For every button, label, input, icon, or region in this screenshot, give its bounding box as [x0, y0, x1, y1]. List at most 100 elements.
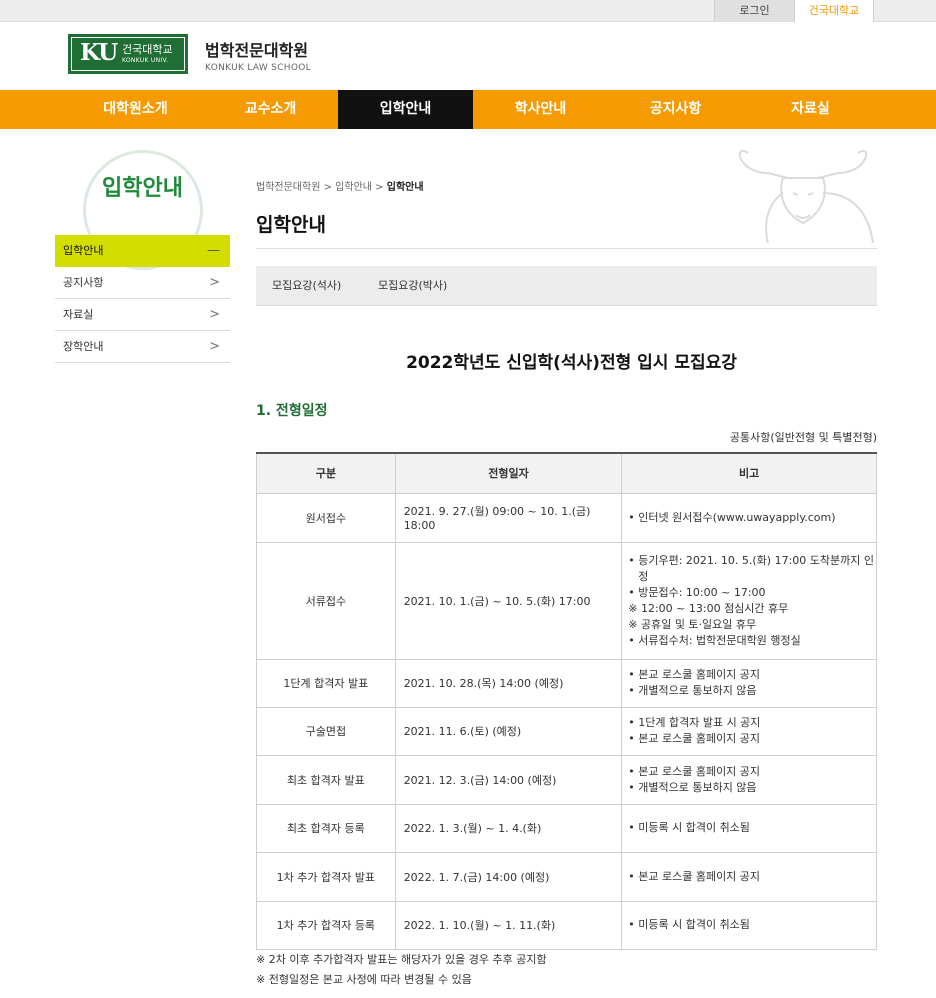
- table-row: 1차 추가 합격자 발표 2022. 1. 7.(금) 14:00 (예정) •…: [256, 851, 877, 902]
- konkuk-university-link[interactable]: 건국대학교: [794, 0, 874, 22]
- breadcrumb-current: 입학안내: [386, 182, 424, 193]
- top-utility-bar: 로그인 건국대학교: [0, 0, 936, 22]
- column-header: 비고: [621, 453, 877, 494]
- note-line: • 본교 로스쿨 홈페이지 공지: [628, 668, 761, 681]
- nav-item-notices[interactable]: 공지사항: [608, 90, 743, 129]
- side-nav-title: 입학안내: [102, 176, 183, 201]
- note-line: • 서류접수처: 법학전문대학원 행정실: [628, 633, 801, 647]
- nav-item-resources[interactable]: 자료실: [743, 90, 878, 129]
- logo-university-en: KONKUK UNIV.: [122, 57, 169, 64]
- schedule-date: 2022. 1. 7.(금) 14:00 (예정): [394, 851, 623, 902]
- side-item-scholarship[interactable]: 장학안내 >: [55, 331, 230, 363]
- schedule-item: 서류접수: [256, 541, 396, 660]
- logo-university-name: 건국대학교: [122, 43, 173, 56]
- breadcrumb-section[interactable]: 입학안내: [335, 182, 372, 193]
- document-title: 2022학년도 신입학(석사)전형 입시 모집요강: [406, 353, 737, 373]
- column-header: 전형일자: [394, 453, 623, 494]
- table-row: 원서접수 2021. 9. 27.(월) 09:00 ~ 10. 1.(금) 1…: [256, 492, 877, 543]
- table-row: 최초 합격자 등록 2022. 1. 3.(월) ~ 1. 4.(화) • 미등…: [256, 803, 877, 853]
- nav-item-graduate-intro[interactable]: 대학원소개: [68, 90, 203, 129]
- note-line: • 본교 로스쿨 홈페이지 공지: [628, 732, 761, 745]
- schedule-table: 구분 전형일자 비고 원서접수 2021. 9. 27.(월) 09:00 ~ …: [256, 452, 877, 950]
- table-header-row: 구분 전형일자 비고: [256, 453, 877, 494]
- schedule-date: 2021. 10. 28.(목) 14:00 (예정): [394, 658, 623, 708]
- side-nav-header: 입학안내: [55, 150, 230, 270]
- school-name[interactable]: 법학전문대학원: [205, 37, 308, 61]
- table-row: 최초 합격자 발표 2021. 12. 3.(금) 14:00 (예정) • 본…: [256, 754, 877, 805]
- footnote: ※ 2차 이후 추가합격자 발표는 해당자가 있을 경우 추후 공지함: [256, 953, 547, 966]
- schedule-item: 1단계 합격자 발표: [256, 658, 396, 708]
- schedule-notes: • 본교 로스쿨 홈페이지 공지 • 개별적으로 통보하지 않음: [621, 754, 877, 805]
- table-row: 1차 추가 합격자 등록 2022. 1. 10.(월) ~ 1. 11.(화)…: [256, 900, 877, 950]
- side-item-label: 자료실: [63, 308, 94, 321]
- schedule-notes: • 본교 로스쿨 홈페이지 공지 • 개별적으로 통보하지 않음: [621, 658, 877, 708]
- schedule-notes: • 1단계 합격자 발표 시 공지 • 본교 로스쿨 홈페이지 공지: [621, 706, 877, 756]
- table-row: 서류접수 2021. 10. 1.(금) ~ 10. 5.(화) 17:00 •…: [256, 541, 877, 660]
- site-header: KU 건국대학교 KONKUK UNIV. 법학전문대학원 KONKUK LAW…: [0, 22, 936, 90]
- note-line: • 개별적으로 통보하지 않음: [628, 780, 757, 794]
- side-item-label: 장학안내: [63, 340, 104, 353]
- minus-icon: —: [207, 243, 220, 258]
- main-navigation: 대학원소개 교수소개 입학안내 학사안내 공지사항 자료실: [0, 90, 936, 129]
- note-line: • 본교 로스쿨 홈페이지 공지: [628, 869, 761, 883]
- breadcrumb-home[interactable]: 법학전문대학원: [256, 182, 320, 193]
- breadcrumb-separator: >: [375, 182, 384, 193]
- page-title: 입학안내: [256, 214, 326, 236]
- side-item-admissions[interactable]: 입학안내 —: [55, 235, 230, 267]
- nav-item-academics[interactable]: 학사안내: [473, 90, 608, 129]
- note-line: ※ 공휴일 및 토·일요일 휴무: [628, 617, 757, 631]
- schedule-item: 최초 합격자 발표: [256, 754, 396, 805]
- chevron-right-icon: >: [209, 339, 220, 354]
- note-line: • 미등록 시 합격이 취소됨: [628, 821, 750, 834]
- footnote: ※ 전형일정은 본교 사정에 따라 변경될 수 있음: [256, 973, 472, 986]
- note-line: • 방문접수: 10:00 ~ 17:00: [628, 585, 766, 599]
- column-header: 구분: [256, 453, 396, 494]
- side-item-resources[interactable]: 자료실 >: [55, 299, 230, 331]
- note-line: • 인터넷 원서접수(www.uwayapply.com): [628, 510, 836, 524]
- schedule-date: 2021. 11. 6.(토) (예정): [394, 706, 623, 756]
- schedule-date: 2021. 12. 3.(금) 14:00 (예정): [394, 754, 623, 805]
- schedule-notes: • 인터넷 원서접수(www.uwayapply.com): [621, 492, 877, 543]
- side-navigation: 입학안내 — 공지사항 > 자료실 > 장학안내 >: [55, 235, 230, 363]
- schedule-notes: • 등기우편: 2021. 10. 5.(화) 17:00 도착분까지 인정 •…: [621, 541, 877, 660]
- footnotes: ※ 2차 이후 추가합격자 발표는 해당자가 있을 경우 추후 공지함 ※ 전형…: [256, 950, 547, 990]
- breadcrumb-separator: >: [323, 182, 332, 193]
- schedule-date: 2022. 1. 10.(월) ~ 1. 11.(화): [394, 900, 623, 950]
- tab-doctoral-guide[interactable]: 모집요강(박사): [378, 266, 447, 306]
- breadcrumb: 법학전문대학원 > 입학안내 > 입학안내: [256, 178, 424, 193]
- chevron-right-icon: >: [209, 275, 220, 290]
- note-line: • 등기우편: 2021. 10. 5.(화) 17:00 도착분까지 인정: [628, 553, 875, 583]
- bull-mascot-icon: [738, 150, 874, 244]
- tab-masters-guide[interactable]: 모집요강(석사): [272, 266, 341, 306]
- side-item-label: 공지사항: [63, 276, 104, 289]
- schedule-item: 구술면접: [256, 706, 396, 756]
- konkuk-logo[interactable]: KU 건국대학교 KONKUK UNIV.: [68, 34, 188, 74]
- schedule-item: 최초 합격자 등록: [256, 803, 396, 853]
- side-item-notices[interactable]: 공지사항 >: [55, 267, 230, 299]
- schedule-notes: • 미등록 시 합격이 취소됨: [621, 900, 877, 950]
- schedule-notes: • 미등록 시 합격이 취소됨: [621, 803, 877, 853]
- note-line: ※ 12:00 ~ 13:00 점심시간 휴무: [628, 601, 789, 615]
- schedule-date: 2021. 10. 1.(금) ~ 10. 5.(화) 17:00: [394, 541, 623, 660]
- note-line: • 본교 로스쿨 홈페이지 공지: [628, 764, 761, 778]
- table-row: 구술면접 2021. 11. 6.(토) (예정) • 1단계 합격자 발표 시…: [256, 706, 877, 756]
- title-divider: [256, 248, 877, 249]
- table-row: 1단계 합격자 발표 2021. 10. 28.(목) 14:00 (예정) •…: [256, 658, 877, 708]
- login-link[interactable]: 로그인: [714, 0, 794, 22]
- school-name-en: KONKUK LAW SCHOOL: [205, 63, 311, 73]
- schedule-item: 1차 추가 합격자 발표: [256, 851, 396, 902]
- schedule-date: 2022. 1. 3.(월) ~ 1. 4.(화): [394, 803, 623, 853]
- section-title: 1. 전형일정: [256, 403, 328, 419]
- side-item-label: 입학안내: [63, 244, 104, 257]
- common-note: 공통사항(일반전형 및 특별전형): [729, 431, 877, 444]
- nav-item-admissions[interactable]: 입학안내: [338, 90, 473, 129]
- note-line: • 개별적으로 통보하지 않음: [628, 684, 757, 697]
- schedule-item: 1차 추가 합격자 등록: [256, 900, 396, 950]
- nav-item-faculty[interactable]: 교수소개: [203, 90, 338, 129]
- logo-ku-text: KU: [80, 39, 118, 66]
- sub-tabs: 모집요강(석사) 모집요강(박사): [256, 266, 877, 306]
- note-line: • 미등록 시 합격이 취소됨: [628, 918, 750, 931]
- schedule-item: 원서접수: [256, 492, 396, 543]
- chevron-right-icon: >: [209, 307, 220, 322]
- schedule-notes: • 본교 로스쿨 홈페이지 공지: [621, 851, 877, 902]
